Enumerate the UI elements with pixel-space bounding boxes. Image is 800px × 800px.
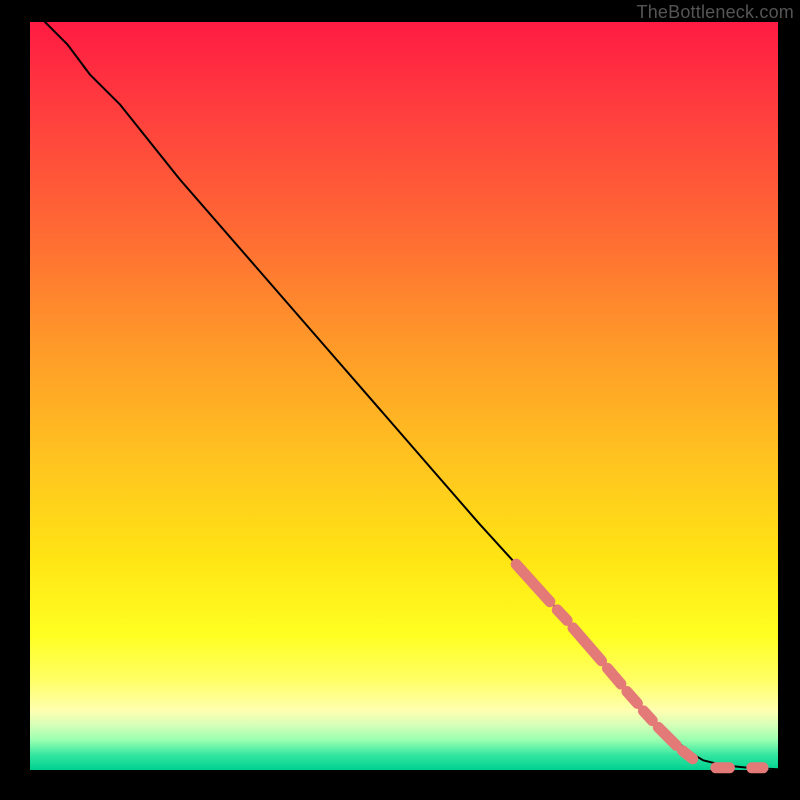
marker-dash [557, 610, 567, 621]
marker-dash [682, 751, 692, 759]
marker-dash [658, 727, 676, 745]
marker-dashes [516, 564, 763, 768]
plot-frame [30, 22, 778, 770]
marker-dash [516, 564, 550, 601]
marker-dash [643, 711, 652, 721]
marker-dash [608, 668, 621, 684]
marker-dash [573, 628, 602, 661]
bottleneck-curve [45, 22, 778, 769]
watermark-text: TheBottleneck.com [637, 2, 794, 23]
marker-dash [627, 692, 638, 704]
curve-layer [30, 22, 778, 770]
chart-stage: TheBottleneck.com [0, 0, 800, 800]
